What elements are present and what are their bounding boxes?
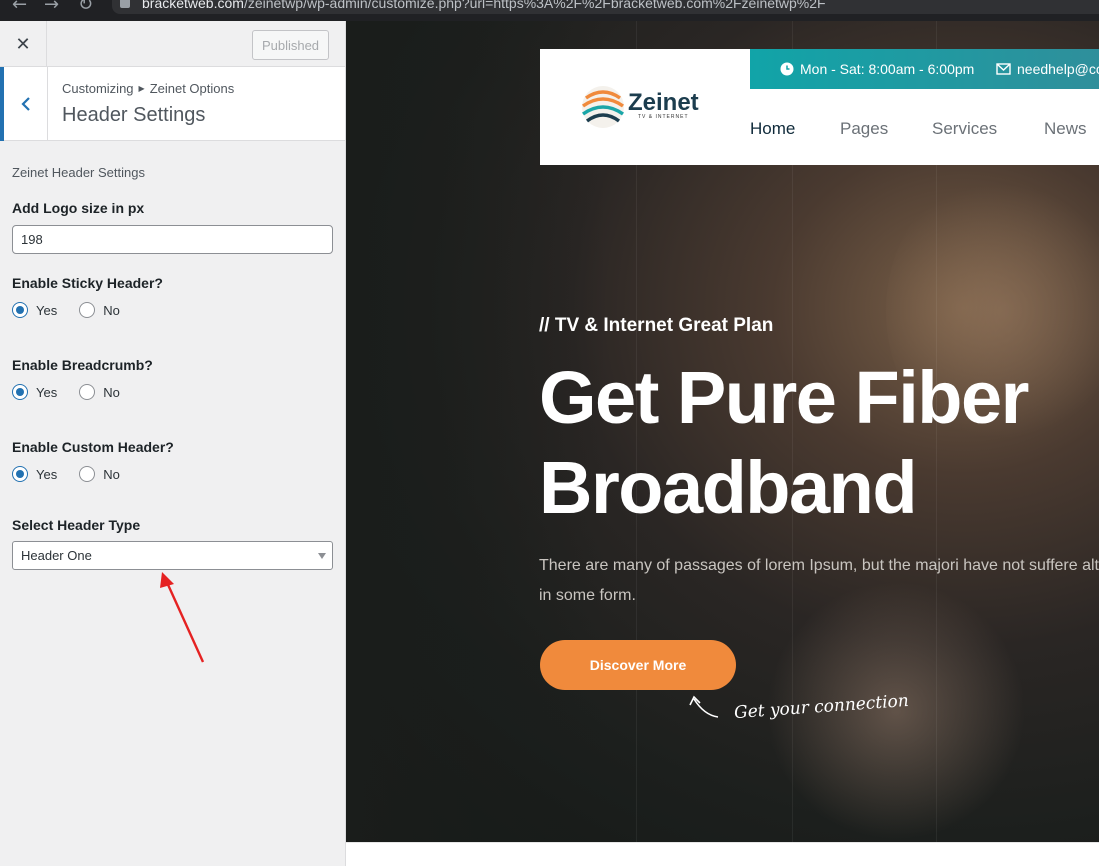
menu-item-news[interactable]: News — [1044, 119, 1087, 139]
logo-size-input[interactable]: 198 — [12, 225, 333, 254]
back-nav-icon[interactable]: ← — [12, 0, 27, 15]
discover-more-button[interactable]: Discover More — [540, 640, 736, 690]
radio-label-no: No — [103, 384, 120, 400]
url-text: bracketweb.com/zeinetwp/wp-admin/customi… — [142, 0, 826, 11]
published-button[interactable]: Published — [252, 30, 329, 60]
sticky-yes-radio[interactable] — [12, 302, 28, 318]
menu-item-pages[interactable]: Pages — [840, 119, 888, 139]
sticky-no-radio[interactable] — [79, 302, 96, 318]
breadcrumb-no-radio[interactable] — [79, 384, 96, 400]
breadcrumb-yes-radio[interactable] — [12, 384, 28, 400]
custom-header-label: Enable Custom Header? — [12, 439, 174, 455]
contact-email-text: needhelp@co — [1017, 61, 1099, 77]
logo-size-label: Add Logo size in px — [12, 200, 145, 216]
site-preview: Zeinet TV & INTERNET Mon - Sat: 8:00am -… — [346, 21, 1099, 842]
custom-header-no-radio[interactable] — [79, 466, 96, 482]
header-type-label: Select Header Type — [12, 517, 141, 533]
menu-item-home[interactable]: Home — [750, 119, 795, 139]
reload-icon[interactable]: ↻ — [78, 0, 93, 15]
header-topbar: Mon - Sat: 8:00am - 6:00pm needhelp@co — [750, 49, 1099, 89]
radio-label-no: No — [103, 466, 120, 482]
annotation-arrow-icon — [160, 572, 205, 663]
breadcrumb: Customizing ▶ Zeinet Options — [62, 81, 234, 96]
lock-icon — [120, 0, 130, 8]
header-type-value: Header One — [21, 548, 92, 563]
opening-hours: Mon - Sat: 8:00am - 6:00pm — [780, 61, 974, 77]
menu-item-services[interactable]: Services — [932, 119, 997, 139]
back-button[interactable] — [0, 67, 48, 141]
sticky-header-options: Yes No — [12, 301, 142, 319]
header-type-select[interactable]: Header One — [12, 541, 333, 570]
contact-email[interactable]: needhelp@co — [996, 61, 1099, 77]
site-logo[interactable]: Zeinet TV & INTERNET — [580, 84, 710, 132]
close-icon: ✕ — [15, 33, 31, 54]
hero-eyebrow: // TV & Internet Great Plan — [539, 315, 774, 336]
section-header: Customizing ▶ Zeinet Options Header Settin… — [0, 67, 345, 141]
section-title: Header Settings — [62, 104, 206, 126]
sticky-header-label: Enable Sticky Header? — [12, 275, 163, 291]
radio-label-yes: Yes — [36, 384, 58, 400]
hero-title-line: Broadband — [539, 446, 918, 529]
radio-label-no: No — [103, 302, 120, 318]
close-customizer-button[interactable]: ✕ — [0, 21, 47, 67]
back-arrow-icon — [20, 97, 30, 111]
hero-title: Get Pure Fiber Broadband — [539, 353, 1029, 533]
globe-logo-icon — [581, 86, 625, 128]
site-header: Zeinet TV & INTERNET Mon - Sat: 8:00am -… — [540, 49, 1099, 165]
logo-tagline: TV & INTERNET — [638, 114, 689, 120]
breadcrumb-item: Zeinet Options — [149, 81, 235, 96]
hero-title-line: Get Pure Fiber — [539, 356, 1029, 439]
custom-header-yes-radio[interactable] — [12, 466, 28, 482]
customizer-header: ✕ Published — [0, 21, 345, 67]
radio-label-yes: Yes — [36, 302, 58, 318]
caret-down-icon — [318, 553, 326, 559]
radio-label-yes: Yes — [36, 466, 58, 482]
forward-nav-icon[interactable]: → — [44, 0, 59, 15]
logo-wordmark: Zeinet — [628, 89, 699, 116]
breadcrumb-item: Customizing — [62, 81, 134, 96]
breadcrumb-separator-icon: ▶ — [138, 84, 145, 93]
preview-page-below — [346, 842, 1099, 866]
breadcrumb-options: Yes No — [12, 383, 142, 401]
customizer-sidebar: ✕ Published Customizing ▶ Zeinet Options H… — [0, 21, 346, 866]
address-bar[interactable]: bracketweb.com/zeinetwp/wp-admin/customi… — [112, 0, 1099, 14]
browser-toolbar: ← → ↻ bracketweb.com/zeinetwp/wp-admin/c… — [0, 0, 1099, 21]
opening-hours-text: Mon - Sat: 8:00am - 6:00pm — [800, 61, 975, 77]
envelope-icon — [996, 63, 1011, 75]
section-description: Zeinet Header Settings — [12, 165, 145, 180]
url-domain: bracketweb.com — [142, 0, 244, 11]
curved-arrow-icon — [689, 695, 719, 718]
clock-icon — [780, 62, 794, 76]
custom-header-options: Yes No — [12, 465, 142, 483]
url-path: /zeinetwp/wp-admin/customize.php?url=htt… — [243, 0, 826, 11]
hero-description: There are many of passages of lorem Ipsu… — [539, 557, 1099, 604]
breadcrumb-setting-label: Enable Breadcrumb? — [12, 357, 153, 373]
